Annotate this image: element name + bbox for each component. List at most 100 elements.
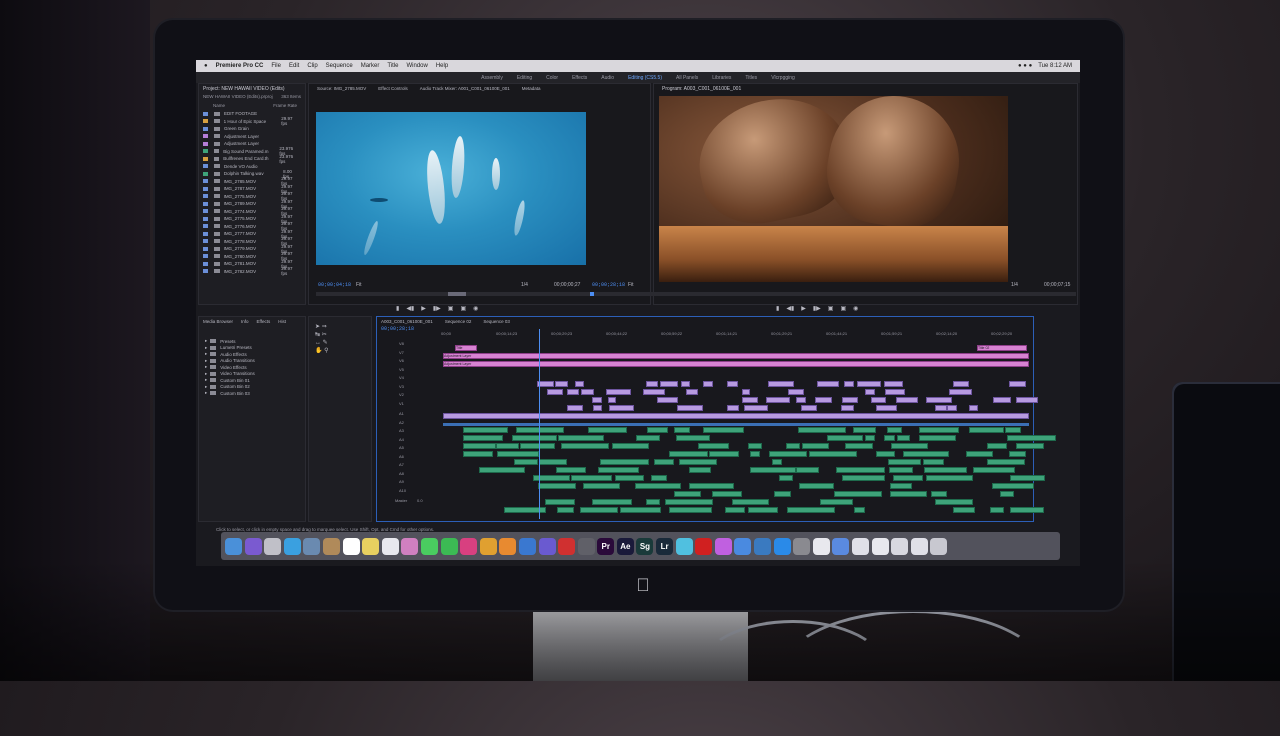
apple-menu-icon[interactable]: ● (204, 63, 208, 69)
sequence-tab[interactable]: Sequence 03 (483, 319, 510, 324)
timeline-clip[interactable] (815, 397, 833, 403)
trash-icon[interactable] (930, 537, 948, 555)
appstore-icon[interactable] (773, 537, 791, 555)
timeline-clip[interactable] (731, 499, 769, 505)
timeline-clip[interactable] (841, 405, 854, 411)
timeline-clip[interactable] (864, 389, 876, 395)
disclosure-triangle-icon[interactable]: ▸ (205, 384, 207, 390)
timeline-clip[interactable] (463, 443, 496, 449)
timeline-clip[interactable]: Adjustment Layer (443, 353, 1029, 359)
timeline-clip[interactable] (834, 491, 883, 497)
timeline-clip[interactable] (539, 459, 568, 465)
timeline-clip[interactable] (697, 443, 730, 449)
disclosure-triangle-icon[interactable]: ▸ (205, 351, 207, 357)
timeline-clip[interactable] (669, 507, 713, 513)
timeline-clip[interactable] (923, 459, 944, 465)
timeline-clip[interactable] (801, 405, 817, 411)
timeline-clip[interactable] (614, 475, 644, 481)
reminders-icon[interactable] (381, 537, 399, 555)
timeline-clip[interactable] (856, 381, 881, 387)
timeline-clip[interactable] (496, 443, 519, 449)
audio-track-label[interactable]: A5 (399, 445, 404, 450)
video-track-label[interactable]: V2 (399, 392, 404, 397)
timeline-clip[interactable] (785, 443, 801, 449)
timeline-clip[interactable] (545, 499, 576, 505)
timeline-clip[interactable] (953, 507, 975, 513)
disclosure-triangle-icon[interactable]: ▸ (205, 358, 207, 364)
extract-icon[interactable]: ▣ (840, 305, 846, 312)
mark-in-icon[interactable]: ▮ (776, 305, 779, 312)
video-track-label[interactable]: V7 (399, 350, 404, 355)
disclosure-triangle-icon[interactable]: ▸ (205, 377, 207, 383)
menu-item[interactable]: Help (436, 63, 448, 69)
timeline-clip[interactable] (593, 405, 603, 411)
pen-tool-icon[interactable]: ✎ (323, 340, 328, 346)
audio-track-label[interactable]: A8 (399, 471, 404, 476)
overwrite-icon[interactable]: ▣ (460, 305, 466, 312)
timeline-clip[interactable] (802, 443, 829, 449)
file5-icon[interactable] (910, 537, 928, 555)
dvd-icon[interactable] (558, 537, 576, 555)
timeline-clip[interactable] (656, 397, 678, 403)
export-frame-icon[interactable]: ◉ (473, 305, 478, 312)
file3-icon[interactable] (871, 537, 889, 555)
timeline-clip[interactable] (708, 451, 739, 457)
timeline-clip[interactable] (992, 483, 1035, 489)
timeline-clip[interactable] (689, 467, 711, 473)
notes-icon[interactable] (362, 537, 380, 555)
program-timecode-in[interactable]: 00;00;28;18 (592, 282, 625, 288)
timeline-clip[interactable] (583, 483, 620, 489)
step-back-icon[interactable]: ◀▮ (786, 305, 794, 312)
lift-icon[interactable]: ▣ (828, 305, 834, 312)
step-forward-icon[interactable]: ▮▶ (433, 305, 441, 312)
timeline-clip[interactable] (620, 507, 662, 513)
siri-icon[interactable] (244, 537, 262, 555)
timeline-clip[interactable] (844, 381, 854, 387)
timeline-clip[interactable] (989, 507, 1004, 513)
menu-item[interactable]: Marker (361, 63, 380, 69)
timeline-clip[interactable] (934, 499, 973, 505)
timeline-clip[interactable] (743, 405, 769, 411)
workspace-tab[interactable]: Audio (601, 75, 614, 81)
timeline-clip[interactable] (870, 397, 887, 403)
resolve-icon[interactable] (577, 537, 595, 555)
timeline-clip[interactable] (819, 499, 853, 505)
timeline-clip[interactable] (1006, 435, 1057, 441)
music-icon[interactable] (714, 537, 732, 555)
timeline-clip[interactable] (580, 507, 619, 513)
timeline-clip[interactable] (888, 459, 922, 465)
timeline-clip[interactable] (674, 427, 691, 433)
photos-icon[interactable] (401, 537, 419, 555)
workspace-tab[interactable]: Libraries (712, 75, 731, 81)
timeline-clip[interactable]: Title (455, 345, 477, 351)
timeline-clip[interactable] (574, 381, 585, 387)
audio-track-label[interactable]: A2 (399, 420, 404, 425)
timeline-clip[interactable] (841, 475, 886, 481)
timeline-clip[interactable] (547, 389, 564, 395)
timeline-clip[interactable] (537, 483, 577, 489)
timeline-clip[interactable] (724, 507, 745, 513)
status-icons[interactable]: ● ● ● (1018, 63, 1032, 69)
premiere-icon[interactable]: Pr (597, 537, 615, 555)
timeline-clip[interactable] (788, 389, 805, 395)
calendar-icon[interactable]: 8 (342, 537, 360, 555)
timeline-clip[interactable] (895, 397, 919, 403)
chrome-icon[interactable] (479, 537, 497, 555)
pages-icon[interactable] (499, 537, 517, 555)
project-item[interactable]: IMG_2782.MOV 29.97 fps (199, 266, 305, 276)
timeline-clip[interactable] (798, 483, 835, 489)
timeline-clip[interactable] (926, 475, 973, 481)
timeline-clip[interactable] (925, 397, 952, 403)
timeline-clip[interactable] (918, 435, 956, 441)
finder-icon[interactable] (225, 537, 242, 555)
sequence-tab[interactable]: Sequence 02 (445, 319, 472, 324)
effects-panel-tab[interactable]: Info (241, 319, 249, 324)
timeline-clip[interactable] (986, 459, 1025, 465)
timeline-clip[interactable] (749, 451, 761, 457)
timeline-clip[interactable] (891, 443, 929, 449)
timeline-clip[interactable] (643, 389, 665, 395)
timeline-clip[interactable] (516, 427, 564, 433)
timeline-clip[interactable] (768, 381, 795, 387)
timeline-clip[interactable] (1009, 507, 1045, 513)
timeline-clip[interactable] (597, 467, 639, 473)
